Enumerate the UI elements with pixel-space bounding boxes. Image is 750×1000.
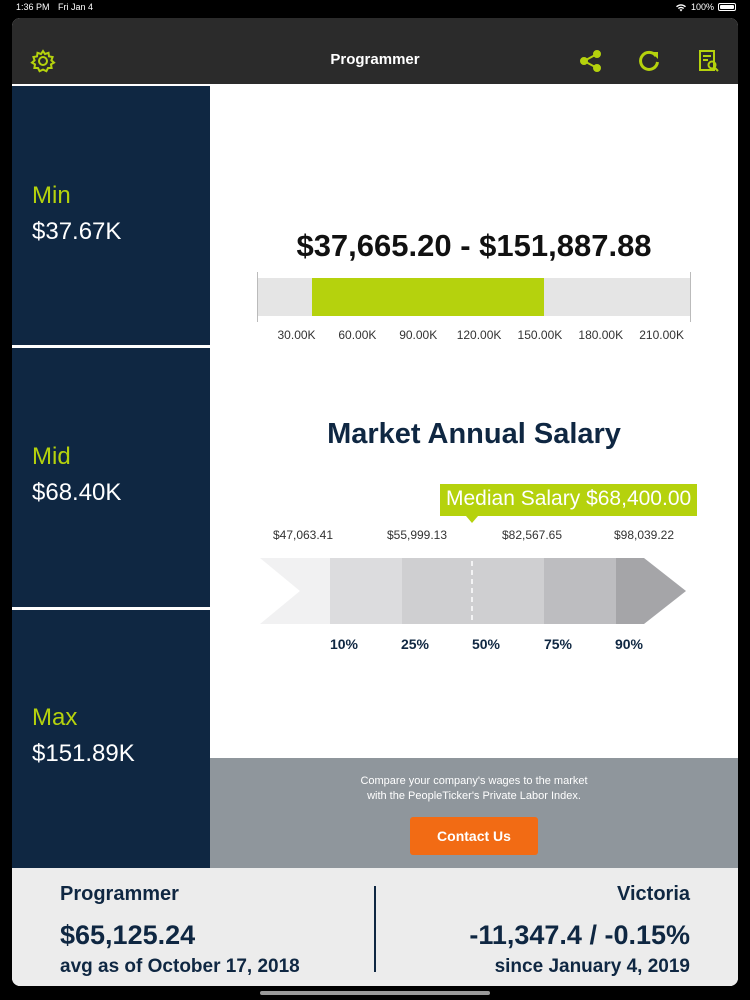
mid-value: $68.40K xyxy=(32,479,122,506)
battery-percent: 100% xyxy=(690,2,714,12)
wifi-icon xyxy=(675,3,686,12)
contact-us-button[interactable]: Contact Us xyxy=(410,817,538,855)
cta-text-line: Compare your company's wages to the mark… xyxy=(360,775,588,787)
battery-icon xyxy=(718,3,736,11)
percentile-arrow xyxy=(260,552,686,624)
navbar: Programmer xyxy=(12,18,738,84)
cta-panel: Compare your company's wages to the mark… xyxy=(210,758,738,868)
percentile-value: $82,567.65 xyxy=(501,528,563,542)
range-scale-label: 90.00K xyxy=(399,328,438,342)
percentile-band-75 xyxy=(544,558,616,624)
max-label: Max xyxy=(32,704,78,731)
market-title: Market Annual Salary xyxy=(327,418,621,450)
home-indicator[interactable] xyxy=(260,991,490,995)
percentile-value: $47,063.41 xyxy=(272,528,334,542)
percentile-value: $98,039.22 xyxy=(613,528,675,542)
range-bar-right-edge xyxy=(690,272,691,322)
max-tile: Max $151.89K xyxy=(12,610,210,869)
min-value: $37.67K xyxy=(32,218,122,245)
share-icon[interactable] xyxy=(578,48,604,74)
salary-range-fill xyxy=(312,278,544,316)
percentile-label: 25% xyxy=(400,636,430,652)
sidebar: Min $37.67K Mid $68.40K Max $151.89K xyxy=(12,86,210,869)
report-icon[interactable] xyxy=(695,48,721,74)
footer-change-since: since January 4, 2019 xyxy=(494,956,690,977)
percentile-values: $47,063.41 $55,999.13 $82,567.65 $98,039… xyxy=(210,528,738,544)
range-scale-label: 150.00K xyxy=(517,328,563,342)
mid-label: Mid xyxy=(32,443,71,470)
footer-divider xyxy=(374,886,376,972)
min-label: Min xyxy=(32,182,71,209)
median-salary-tag: Median Salary $68,400.00 xyxy=(440,484,698,523)
percentile-label: 90% xyxy=(614,636,644,652)
range-scale-label: 60.00K xyxy=(338,328,377,342)
refresh-icon[interactable] xyxy=(636,48,662,74)
cta-text-line: with the PeopleTicker's Private Labor In… xyxy=(367,790,581,802)
percentile-band-10 xyxy=(260,558,330,624)
range-scale-label: 120.00K xyxy=(456,328,502,342)
percentile-labels: 10% 25% 50% 75% 90% xyxy=(210,636,738,654)
footer-job-title: Programmer xyxy=(60,883,179,905)
percentile-band-50b xyxy=(472,558,544,624)
status-bar: 1:36 PM Fri Jan 4 100% xyxy=(0,0,750,14)
salary-range-bar xyxy=(258,278,690,316)
footer-location: Victoria xyxy=(617,883,690,905)
percentile-band-90 xyxy=(616,558,686,624)
percentile-band-50 xyxy=(402,558,472,624)
range-scale-label: 30.00K xyxy=(277,328,316,342)
range-scale-label: 180.00K xyxy=(578,328,624,342)
min-tile: Min $37.67K xyxy=(12,86,210,345)
max-value: $151.89K xyxy=(32,740,135,767)
range-scale-label: 210.00K xyxy=(639,328,684,342)
cta-text: Compare your company's wages to the mark… xyxy=(210,774,738,804)
footer-change-value: -11,347.4 / -0.15% xyxy=(469,920,690,950)
salary-range-text: $37,665.20 - $151,887.88 xyxy=(296,228,652,263)
percentile-label: 50% xyxy=(471,636,501,652)
percentile-label: 75% xyxy=(543,636,573,652)
salary-content: $37,665.20 - $151,887.88 30.00K 60.00K 9… xyxy=(210,86,738,758)
footer-avg-salary: $65,125.24 xyxy=(60,920,196,950)
percentile-value: $55,999.13 xyxy=(386,528,448,542)
range-scale: 30.00K 60.00K 90.00K 120.00K 150.00K 180… xyxy=(258,328,690,344)
mid-tile: Mid $68.40K xyxy=(12,348,210,607)
page-title: Programmer xyxy=(330,51,420,68)
status-date: Fri Jan 4 xyxy=(58,2,94,12)
status-time: 1:36 PM xyxy=(16,2,50,12)
percentile-band-25 xyxy=(330,558,402,624)
status-right: 100% xyxy=(675,2,736,12)
footer-avg-date: avg as of October 17, 2018 xyxy=(60,956,300,977)
percentile-label: 10% xyxy=(329,636,359,652)
app-window: Programmer Min $37.67K Mid $68.40K Max $… xyxy=(12,18,738,986)
footer-summary: Programmer $65,125.24 avg as of October … xyxy=(12,868,738,986)
